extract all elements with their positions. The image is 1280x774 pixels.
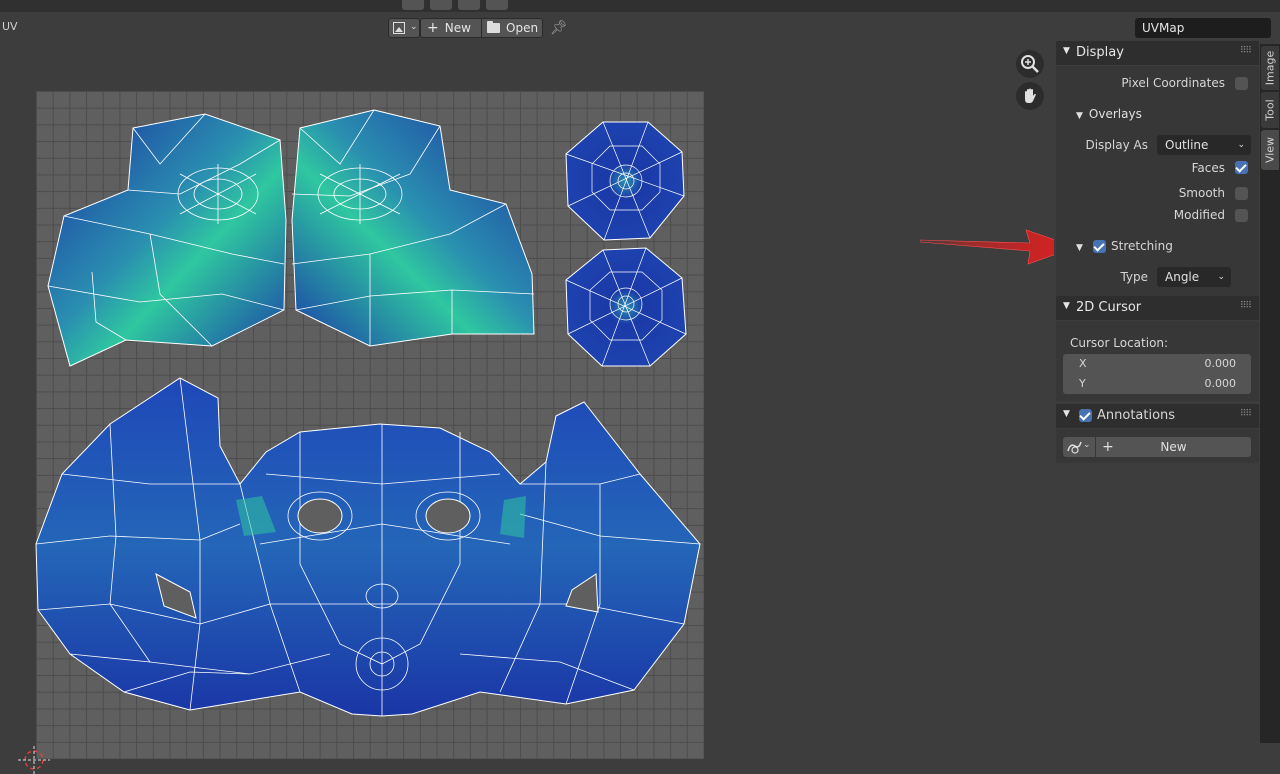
new-image-label: New [444,21,471,35]
uv-eye-hole-left [297,498,343,534]
falloff-icon[interactable] [486,0,508,10]
snap-icon[interactable] [402,0,424,10]
editor-label: UV [2,20,18,33]
chevron-down-icon: ⌄ [1217,272,1225,282]
new-annotation-button[interactable]: + New [1096,437,1251,457]
pixel-coordinates-checkbox[interactable] [1235,77,1248,90]
uv-island-face[interactable] [35,377,701,717]
cursor-y-field[interactable]: Y 0.000 [1063,374,1251,394]
pixel-coordinates-label: Pixel Coordinates [1121,76,1225,90]
uv-mesh [35,109,701,717]
uv-island-upper-right[interactable] [291,109,535,347]
uv-island-round-bottom[interactable] [565,247,687,367]
pin-icon[interactable]: 📌︎ [550,20,568,36]
tab-tool[interactable]: Tool [1261,92,1279,128]
stretching-title: Stretching [1111,239,1173,253]
chevron-down-icon: ⌄ [1237,140,1245,150]
stretching-type-dropdown[interactable]: Angle ⌄ [1157,267,1231,287]
drag-grip-icon[interactable]: ⠿⠿ [1240,301,1252,311]
display-as-value: Outline [1165,138,1209,152]
tab-tool-label: Tool [1263,99,1277,121]
cursor-y-value: 0.000 [1204,377,1237,390]
2d-cursor-icon[interactable] [18,746,50,774]
pivot-icon[interactable] [458,0,480,10]
pan-hand-icon[interactable] [1016,82,1044,110]
drag-grip-icon[interactable]: ⠿⠿ [1240,409,1252,419]
display-as-label: Display As [1085,138,1148,152]
sidebar-tabs: Image Tool View [1260,44,1280,743]
display-panel-header[interactable]: ▼ Display ⠿⠿ [1056,41,1259,65]
plus-icon: + [427,20,439,36]
chevron-down-icon: ⌄ [410,22,418,32]
tab-image[interactable]: Image [1261,46,1279,90]
display-panel-body [1056,66,1259,300]
open-image-button[interactable]: Open [481,18,543,38]
editor-header: UV ⌄ + New Open 📌︎ UVMap [0,12,1280,44]
new-image-button[interactable]: + New [420,18,482,38]
smooth-label: Smooth [1178,186,1225,200]
modified-label: Modified [1173,208,1225,222]
modified-checkbox[interactable] [1235,209,1248,222]
plus-icon: + [1102,439,1114,455]
stretching-type-value: Angle [1165,270,1200,284]
triangle-down-icon: ▼ [1076,111,1083,121]
chevron-down-icon: ⌄ [1083,440,1091,450]
cursor-y-label: Y [1079,377,1086,390]
uv-island-upper-left[interactable] [47,113,287,367]
type-label: Type [1120,270,1148,284]
folder-icon [487,21,500,33]
drag-grip-icon[interactable]: ⠿⠿ [1240,46,1252,56]
annotate-stroke-icon [1067,441,1082,454]
faces-checkbox[interactable] [1235,161,1248,174]
new-annotation-label: New [1160,440,1187,454]
annotation-tool-dropdown[interactable]: ⌄ [1063,437,1095,457]
cursor-x-field[interactable]: X 0.000 [1063,354,1251,374]
triangle-down-icon: ▼ [1063,301,1070,311]
overlays-title: Overlays [1088,107,1142,121]
header-tool-icons [402,0,508,12]
tab-image-label: Image [1263,50,1277,86]
display-panel-title: Display [1076,45,1124,60]
top-strip [0,0,1280,12]
triangle-down-icon: ▼ [1063,46,1070,56]
smooth-checkbox[interactable] [1235,187,1248,200]
cursor-x-label: X [1079,357,1087,370]
image-icon [393,22,405,34]
annotations-title: Annotations [1097,408,1176,423]
image-browse-dropdown[interactable]: ⌄ [388,18,420,38]
uv-viewport[interactable] [0,44,1054,774]
uv-island-round-top[interactable] [565,121,685,241]
tab-view-label: View [1263,136,1277,164]
uvmap-name-field[interactable]: UVMap [1135,18,1271,38]
proportional-icon[interactable] [430,0,452,10]
cursor-location-label: Cursor Location: [1070,336,1169,350]
annotations-checkbox[interactable] [1079,409,1092,422]
cursor-x-value: 0.000 [1204,357,1237,370]
tab-view[interactable]: View [1261,130,1279,170]
zoom-icon[interactable] [1016,50,1044,78]
stretching-subpanel-header[interactable]: ▼ [1076,239,1089,253]
cursor-panel-title: 2D Cursor [1076,300,1142,315]
open-image-label: Open [506,21,539,35]
triangle-down-icon: ▼ [1076,243,1083,253]
cursor-panel-header[interactable]: ▼ 2D Cursor ⠿⠿ [1056,296,1259,320]
faces-label: Faces [1191,161,1225,175]
display-as-dropdown[interactable]: Outline ⌄ [1157,135,1251,155]
overlays-subpanel-header[interactable]: ▼ Overlays [1076,107,1142,121]
uv-eye-hole-right [425,498,471,534]
triangle-down-icon: ▼ [1063,409,1070,419]
stretching-checkbox[interactable] [1093,240,1106,253]
